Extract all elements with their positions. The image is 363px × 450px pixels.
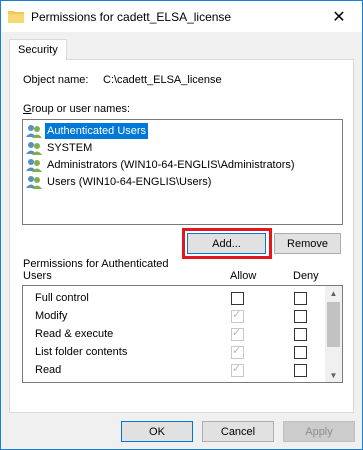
ok-button[interactable]: OK: [121, 421, 193, 442]
users-icon: [26, 141, 42, 155]
window-title: Permissions for cadett_ELSA_license: [31, 10, 232, 24]
close-icon: ✕: [332, 8, 346, 26]
cancel-button-label: Cancel: [220, 425, 256, 438]
table-row: Full control: [23, 290, 323, 308]
permission-name: Read & execute: [35, 328, 114, 340]
apply-button[interactable]: Apply: [283, 421, 355, 442]
deny-checkbox[interactable]: [294, 328, 307, 341]
permission-name: Read: [35, 364, 62, 376]
deny-header: Deny: [293, 270, 319, 282]
remove-button-label: Remove: [287, 237, 328, 250]
allow-checkbox[interactable]: [231, 382, 244, 383]
user-name: Users (WIN10-64-ENGLIS\Users): [47, 175, 212, 188]
list-item[interactable]: Administrators (WIN10-64-ENGLIS\Administ…: [25, 156, 297, 173]
allow-header: Allow: [230, 270, 257, 282]
permission-name: Full control: [35, 292, 89, 304]
list-item[interactable]: Authenticated Users: [25, 122, 149, 139]
permissions-label: Permissions for Authenticated Users: [23, 258, 169, 282]
scroll-down-icon[interactable]: ▼: [325, 368, 342, 382]
checkmark-icon: ✓: [232, 345, 242, 357]
add-button-label: Add...: [212, 237, 241, 250]
users-icon: [26, 158, 42, 172]
table-row: List folder contents ✓: [23, 344, 323, 362]
permissions-list[interactable]: Full control Modify ✓ Read & execute ✓ L…: [22, 285, 343, 383]
table-row: Read ✓: [23, 362, 323, 380]
deny-checkbox[interactable]: [294, 310, 307, 323]
deny-checkbox[interactable]: [294, 364, 307, 377]
checkmark-icon: ✓: [232, 363, 242, 375]
object-name-label: Object name:: [23, 74, 89, 86]
group-names-label: Group or user names:: [23, 103, 130, 115]
list-item[interactable]: Users (WIN10-64-ENGLIS\Users): [25, 173, 213, 190]
remove-button[interactable]: Remove: [274, 233, 341, 254]
title-bar: Permissions for cadett_ELSA_license ✕: [1, 1, 362, 32]
allow-checkbox[interactable]: ✓: [231, 345, 244, 359]
object-name-value: C:\cadett_ELSA_license: [103, 74, 222, 86]
tab-security[interactable]: Security: [9, 39, 67, 60]
checkmark-icon: ✓: [232, 309, 242, 321]
scroll-up-icon[interactable]: ▲: [325, 286, 342, 300]
cancel-button[interactable]: Cancel: [202, 421, 274, 442]
user-name: SYSTEM: [47, 141, 93, 154]
add-button[interactable]: Add...: [187, 233, 266, 254]
apply-button-label: Apply: [305, 425, 333, 438]
table-row: Read & execute ✓: [23, 326, 323, 344]
users-icon: [26, 175, 42, 189]
permissions-dialog: Permissions for cadett_ELSA_license ✕ Se…: [0, 0, 363, 450]
deny-checkbox[interactable]: [294, 346, 307, 359]
allow-checkbox[interactable]: ✓: [231, 309, 244, 323]
security-panel: Object name: C:\cadett_ELSA_license Grou…: [9, 59, 354, 413]
allow-checkbox[interactable]: [231, 292, 244, 305]
deny-checkbox[interactable]: [294, 382, 307, 383]
scroll-thumb[interactable]: [327, 302, 340, 347]
folder-icon: [8, 11, 24, 23]
users-icon: [26, 124, 42, 138]
allow-checkbox[interactable]: ✓: [231, 363, 244, 377]
ok-button-label: OK: [149, 425, 165, 438]
list-item[interactable]: SYSTEM: [25, 139, 94, 156]
permission-name: Modify: [35, 310, 68, 322]
user-name: Administrators (WIN10-64-ENGLIS\Administ…: [47, 158, 295, 171]
group-user-list[interactable]: Authenticated Users SYSTEM Administrator…: [22, 119, 343, 225]
table-row: Modify ✓: [23, 308, 323, 326]
table-row: [23, 380, 323, 383]
user-name: Authenticated Users: [45, 122, 149, 139]
permission-name: List folder contents: [35, 346, 128, 358]
checkmark-icon: ✓: [232, 327, 242, 339]
deny-checkbox[interactable]: [294, 292, 307, 305]
vertical-scrollbar[interactable]: ▲ ▼: [325, 286, 342, 382]
close-button[interactable]: ✕: [316, 1, 362, 32]
allow-checkbox[interactable]: ✓: [231, 327, 244, 341]
